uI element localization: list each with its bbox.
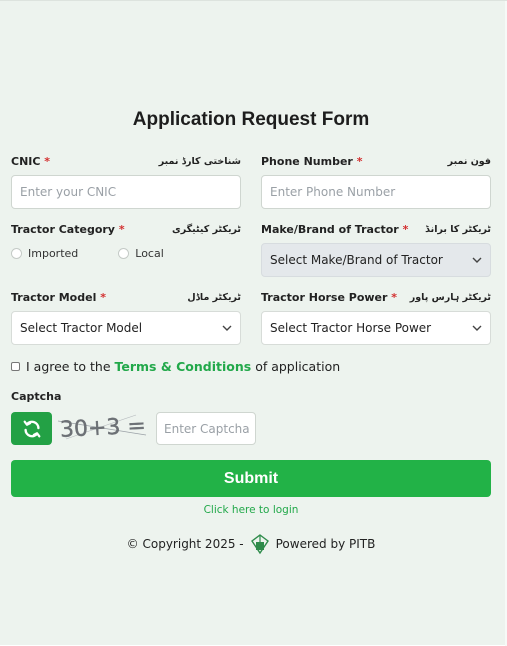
- captcha-image: 30+3 =: [56, 409, 152, 445]
- category-urdu-label: ٹریکٹر کیٹیگری: [172, 223, 241, 235]
- page-title: Application Request Form: [132, 109, 370, 130]
- make-field-group: Make/Brand of Tractor * ٹریکٹر کا برانڈ …: [261, 221, 491, 277]
- terms-checkbox[interactable]: [11, 362, 20, 371]
- footer: © Copyright 2025 - Powered by PITB: [0, 533, 502, 555]
- captcha-input[interactable]: Enter Captcha: [156, 412, 256, 445]
- agree-suffix: of application: [255, 359, 341, 374]
- category-label: Tractor Category *: [11, 222, 125, 236]
- category-field-group: Tractor Category * ٹریکٹر کیٹیگری Import…: [11, 221, 241, 260]
- terms-agreement: I agree to the Terms & Conditions of app…: [11, 359, 340, 374]
- agree-prefix: I agree to the: [26, 359, 111, 374]
- chevron-down-icon: [222, 325, 232, 331]
- captcha-label: Captcha: [11, 390, 62, 403]
- horsepower-select[interactable]: Select Tractor Horse Power: [261, 311, 491, 345]
- model-field-group: Tractor Model * ٹریکٹر ماڈل Select Tract…: [11, 289, 241, 345]
- phone-field-group: Phone Number * فون نمبر Enter Phone Numb…: [261, 153, 491, 209]
- model-urdu-label: ٹریکٹر ماڈل: [187, 291, 241, 303]
- page: Application Request Form CNIC * شناختی ک…: [0, 0, 507, 646]
- radio-imported[interactable]: Imported: [11, 247, 78, 260]
- make-select[interactable]: Select Make/Brand of Tractor: [261, 243, 491, 277]
- horsepower-urdu-label: ٹریکٹر ہارس پاور: [409, 291, 491, 303]
- submit-button[interactable]: Submit: [11, 460, 491, 497]
- chevron-down-icon: [472, 257, 482, 263]
- captcha-refresh-button[interactable]: [11, 412, 52, 445]
- pitb-logo-icon: [250, 534, 269, 555]
- chevron-down-icon: [472, 325, 482, 331]
- radio-local-circle[interactable]: [118, 248, 130, 259]
- phone-input[interactable]: Enter Phone Number: [261, 175, 491, 209]
- horsepower-field-group: Tractor Horse Power * ٹریکٹر ہارس پاور S…: [261, 289, 491, 345]
- phone-label: Phone Number *: [261, 154, 363, 168]
- copyright-text: © Copyright 2025 -: [126, 537, 244, 551]
- terms-link[interactable]: Terms & Conditions: [115, 359, 252, 374]
- login-link[interactable]: Click here to login: [0, 504, 502, 516]
- make-label: Make/Brand of Tractor *: [261, 222, 409, 236]
- model-select[interactable]: Select Tractor Model: [11, 311, 241, 345]
- phone-urdu-label: فون نمبر: [447, 155, 491, 167]
- cnic-urdu-label: شناختی کارڈ نمبر: [158, 155, 241, 167]
- powered-by-text: Powered by PITB: [275, 537, 376, 551]
- cnic-input[interactable]: Enter your CNIC: [11, 175, 241, 209]
- model-label: Tractor Model *: [11, 290, 106, 304]
- radio-imported-circle[interactable]: [11, 248, 22, 259]
- refresh-icon: [23, 420, 40, 437]
- cnic-field-group: CNIC * شناختی کارڈ نمبر Enter your CNIC: [11, 153, 241, 209]
- horsepower-label: Tractor Horse Power *: [261, 290, 398, 304]
- captcha-text: 30+3 =: [59, 413, 146, 442]
- cnic-label: CNIC *: [11, 154, 51, 168]
- radio-local[interactable]: Local: [118, 247, 164, 260]
- make-urdu-label: ٹریکٹر کا برانڈ: [425, 223, 491, 235]
